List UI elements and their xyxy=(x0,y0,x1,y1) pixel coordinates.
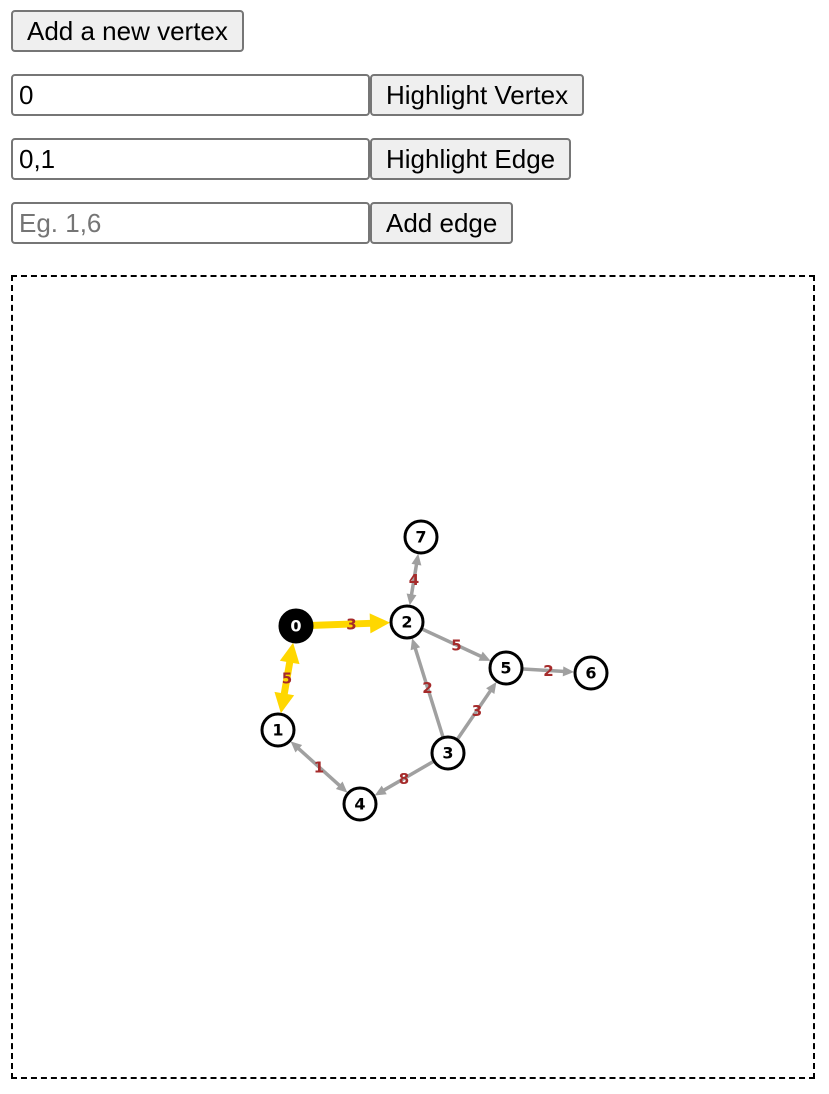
vertex-label-3: 3 xyxy=(442,744,453,763)
add-edge-row: Add edge xyxy=(11,202,514,244)
edge-arrowtail-2-7 xyxy=(406,593,417,606)
vertex-3[interactable]: 3 xyxy=(430,735,466,771)
edge-line-0-2 xyxy=(312,619,375,629)
edge-weight-3-2: 2 xyxy=(422,679,432,697)
highlight-vertex-button[interactable]: Highlight Vertex xyxy=(370,74,585,116)
vertex-label-6: 6 xyxy=(585,664,596,683)
vertex-label-1: 1 xyxy=(272,721,283,740)
edge-weight-0-1: 5 xyxy=(282,670,292,688)
add-vertex-button[interactable]: Add a new vertex xyxy=(11,10,244,52)
graph-svg[interactable]: 3 5 4 5 2 3 2 8 1 0 1 2 3 4 5 6 7 xyxy=(13,277,813,1077)
highlight-edge-button[interactable]: Highlight Edge xyxy=(370,138,572,180)
edge-weight-2-7: 4 xyxy=(409,571,419,589)
edge-arrowhead-0-2 xyxy=(369,613,391,634)
highlight-edge-row: Highlight Edge xyxy=(11,138,572,180)
edge-weight-3-5: 3 xyxy=(472,702,482,720)
vertex-0[interactable]: 0 xyxy=(278,608,314,644)
edge-weight-2-5: 5 xyxy=(451,637,461,655)
edge-arrowhead-2-7 xyxy=(411,553,422,566)
edge-weight-0-2: 3 xyxy=(346,616,356,634)
add-edge-input[interactable] xyxy=(11,202,370,244)
edge-arrowhead-5-6 xyxy=(562,666,575,677)
vertex-4[interactable]: 4 xyxy=(342,786,378,822)
vertex-label-4: 4 xyxy=(354,795,365,814)
vertex-input[interactable] xyxy=(11,74,370,116)
edge-weight-1-4: 1 xyxy=(314,759,324,777)
add-edge-button[interactable]: Add edge xyxy=(370,202,514,244)
vertex-6[interactable]: 6 xyxy=(573,655,609,691)
edge-arrowhead-0-1 xyxy=(274,691,295,714)
highlight-vertex-row: Highlight Vertex xyxy=(11,74,585,116)
vertex-5[interactable]: 5 xyxy=(488,650,524,686)
vertex-label-0: 0 xyxy=(290,617,301,636)
graph-canvas[interactable]: 3 5 4 5 2 3 2 8 1 0 1 2 3 4 5 6 7 xyxy=(11,275,815,1079)
vertex-label-2: 2 xyxy=(401,613,412,632)
vertex-label-5: 5 xyxy=(500,659,511,678)
edge-weight-5-6: 2 xyxy=(543,662,553,680)
vertex-label-7: 7 xyxy=(415,528,426,547)
vertex-1[interactable]: 1 xyxy=(260,712,296,748)
edge-arrowhead-3-2 xyxy=(410,638,421,651)
vertex-2[interactable]: 2 xyxy=(389,604,425,640)
edge-arrowtail-0-1 xyxy=(279,642,300,665)
add-vertex-row: Add a new vertex xyxy=(11,10,244,52)
edge-weight-3-4: 8 xyxy=(399,770,409,788)
edge-input[interactable] xyxy=(11,138,370,180)
vertex-7[interactable]: 7 xyxy=(403,519,439,555)
